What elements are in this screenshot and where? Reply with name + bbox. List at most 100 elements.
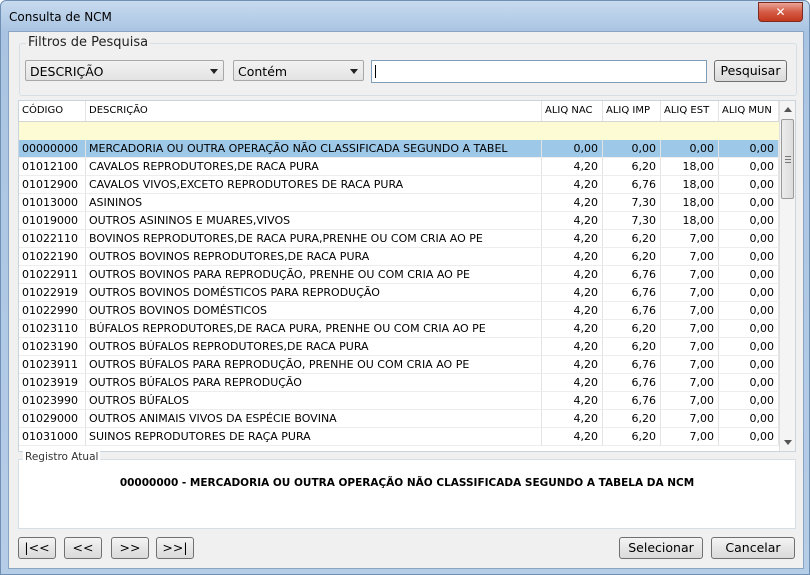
cell-aliq-nac: 4,20 [542, 176, 603, 193]
grid-header: CÓDIGO DESCRIÇÃO ALIQ NAC ALIQ IMP ALIQ … [19, 101, 779, 122]
cell-aliq-nac: 4,20 [542, 410, 603, 427]
field-select-value: DESCRIÇÃO [30, 64, 104, 79]
cell-aliq-mun: 0,00 [719, 158, 779, 175]
table-row[interactable]: 01022190 OUTROS BOVINOS REPRODUTORES,DE R… [19, 248, 779, 266]
cell-aliq-est: 7,00 [661, 266, 719, 283]
text-caret [375, 65, 376, 78]
cell-aliq-est: 7,00 [661, 410, 719, 427]
column-header-codigo[interactable]: CÓDIGO [19, 101, 86, 121]
title-bar[interactable]: Consulta de NCM ✕ [1, 1, 809, 31]
cell-descricao: CAVALOS VIVOS,EXCETO REPRODUTORES DE RAC… [86, 176, 542, 193]
field-select[interactable]: DESCRIÇÃO [25, 60, 224, 81]
close-button[interactable]: ✕ [758, 2, 803, 22]
last-record-button[interactable]: >>| [156, 537, 194, 559]
column-header-aliq-nac[interactable]: ALIQ NAC [542, 101, 603, 121]
cell-aliq-nac: 4,20 [542, 302, 603, 319]
column-header-aliq-mun[interactable]: ALIQ MUN [719, 101, 779, 121]
table-row[interactable]: 01022110 BOVINOS REPRODUTORES,DE RACA PUR… [19, 230, 779, 248]
cell-aliq-mun: 0,00 [719, 176, 779, 193]
cell-descricao: OUTROS BÚFALOS PARA REPRODUÇÃO, PRENHE O… [86, 356, 542, 373]
cell-aliq-mun: 0,00 [719, 428, 779, 445]
cell-aliq-nac: 4,20 [542, 248, 603, 265]
table-row[interactable]: 01023919 OUTROS BÚFALOS PARA REPRODUÇÃO 4,… [19, 374, 779, 392]
cell-codigo: 01023919 [19, 374, 86, 391]
selecionar-button[interactable]: Selecionar [619, 537, 703, 559]
table-row[interactable]: 01029000 OUTROS ANIMAIS VIVOS DA ESPÉCIE … [19, 410, 779, 428]
consulta-ncm-window: Consulta de NCM ✕ Filtros de Pesquisa DE… [0, 0, 810, 575]
cell-descricao: OUTROS BOVINOS DOMÉSTICOS PARA REPRODUÇÃ… [86, 284, 542, 301]
next-record-button[interactable]: >> [111, 537, 149, 559]
grid-filter-row[interactable] [19, 122, 779, 140]
ncm-grid[interactable]: CÓDIGO DESCRIÇÃO ALIQ NAC ALIQ IMP ALIQ … [18, 100, 796, 452]
cell-codigo: 01013000 [19, 194, 86, 211]
table-row[interactable]: 01012100 CAVALOS REPRODUTORES,DE RACA PUR… [19, 158, 779, 176]
cell-aliq-mun: 0,00 [719, 212, 779, 229]
table-row[interactable]: 00000000 MERCADORIA OU OUTRA OPERAÇÃO NÃO… [19, 140, 779, 158]
table-row[interactable]: 01023990 OUTROS BÚFALOS 4,20 6,76 7,00 0,00 [19, 392, 779, 410]
cell-aliq-imp: 6,20 [603, 338, 661, 355]
scroll-up-icon[interactable] [784, 107, 792, 112]
cell-descricao: OUTROS BÚFALOS [86, 392, 542, 409]
cell-aliq-imp: 6,76 [603, 392, 661, 409]
cell-aliq-nac: 4,20 [542, 374, 603, 391]
cell-aliq-est: 18,00 [661, 158, 719, 175]
cell-aliq-nac: 4,20 [542, 212, 603, 229]
cell-codigo: 01022990 [19, 302, 86, 319]
table-row[interactable]: 01012900 CAVALOS VIVOS,EXCETO REPRODUTORE… [19, 176, 779, 194]
cell-aliq-nac: 4,20 [542, 338, 603, 355]
cell-aliq-mun: 0,00 [719, 194, 779, 211]
cell-codigo: 01022919 [19, 284, 86, 301]
table-row[interactable]: 01019000 OUTROS ASININOS E MUARES,VIVOS 4,… [19, 212, 779, 230]
cell-aliq-imp: 6,20 [603, 248, 661, 265]
table-row[interactable]: 01022990 OUTROS BOVINOS DOMÉSTICOS 4,20 6,7… [19, 302, 779, 320]
cell-aliq-est: 0,00 [661, 140, 719, 157]
scroll-thumb[interactable] [781, 119, 794, 199]
column-header-aliq-imp[interactable]: ALIQ IMP [603, 101, 661, 121]
cell-aliq-mun: 0,00 [719, 338, 779, 355]
cell-codigo: 01012100 [19, 158, 86, 175]
registro-atual-text: 00000000 - MERCADORIA OU OUTRA OPERAÇÃO … [119, 477, 695, 489]
registro-atual-label: Registro Atual [23, 451, 101, 463]
table-row[interactable]: 01022919 OUTROS BOVINOS DOMÉSTICOS PARA R… [19, 284, 779, 302]
cell-descricao: BÚFALOS REPRODUTORES,DE RACA PURA, PRENH… [86, 320, 542, 337]
cancelar-button[interactable]: Cancelar [711, 537, 795, 559]
cell-descricao: ASININOS [86, 194, 542, 211]
cell-aliq-nac: 4,20 [542, 194, 603, 211]
pesquisar-button[interactable]: Pesquisar [714, 60, 787, 82]
table-row[interactable]: 01023110 BÚFALOS REPRODUTORES,DE RACA PUR… [19, 320, 779, 338]
table-row[interactable]: 01022911 OUTROS BOVINOS PARA REPRODUÇÃO, … [19, 266, 779, 284]
cell-descricao: OUTROS ASININOS E MUARES,VIVOS [86, 212, 542, 229]
first-record-button[interactable]: |<< [18, 537, 56, 559]
table-row[interactable]: 01031000 SUINOS REPRODUTORES DE RAÇA PURA… [19, 428, 779, 446]
column-header-aliq-est[interactable]: ALIQ EST [661, 101, 719, 121]
cell-aliq-nac: 4,20 [542, 266, 603, 283]
cell-descricao: CAVALOS REPRODUTORES,DE RACA PURA [86, 158, 542, 175]
previous-record-button[interactable]: << [64, 537, 102, 559]
cell-descricao: OUTROS BÚFALOS REPRODUTORES,DE RACA PURA [86, 338, 542, 355]
table-row[interactable]: 01013000 ASININOS 4,20 7,30 18,00 0,00 [19, 194, 779, 212]
cell-aliq-est: 18,00 [661, 176, 719, 193]
table-row[interactable]: 01023190 OUTROS BÚFALOS REPRODUTORES,DE R… [19, 338, 779, 356]
cell-codigo: 01023110 [19, 320, 86, 337]
search-input[interactable] [371, 60, 707, 83]
cell-aliq-imp: 6,76 [603, 302, 661, 319]
cell-aliq-imp: 6,20 [603, 428, 661, 445]
cell-aliq-est: 7,00 [661, 248, 719, 265]
cell-aliq-est: 18,00 [661, 194, 719, 211]
cell-descricao: OUTROS BOVINOS DOMÉSTICOS [86, 302, 542, 319]
cell-aliq-imp: 6,76 [603, 284, 661, 301]
column-header-descricao[interactable]: DESCRIÇÃO [86, 101, 542, 121]
grip-line [785, 162, 791, 163]
cell-descricao: OUTROS BÚFALOS PARA REPRODUÇÃO [86, 374, 542, 391]
cell-descricao: OUTROS BOVINOS REPRODUTORES,DE RACA PURA [86, 248, 542, 265]
grid-vertical-scrollbar[interactable] [779, 101, 795, 451]
registro-atual-panel: Registro Atual 00000000 - MERCADORIA OU … [18, 451, 796, 529]
cell-aliq-nac: 4,20 [542, 392, 603, 409]
scroll-down-icon[interactable] [784, 440, 792, 445]
cell-codigo: 01012900 [19, 176, 86, 193]
table-row[interactable]: 01023911 OUTROS BÚFALOS PARA REPRODUÇÃO, … [19, 356, 779, 374]
mode-select[interactable]: Contém [233, 60, 364, 81]
cell-aliq-imp: 6,76 [603, 266, 661, 283]
cell-aliq-est: 7,00 [661, 284, 719, 301]
cell-aliq-mun: 0,00 [719, 410, 779, 427]
